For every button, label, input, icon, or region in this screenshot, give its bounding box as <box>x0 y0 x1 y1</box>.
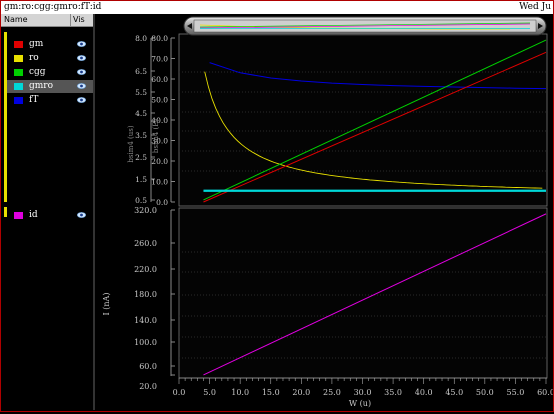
legend-item-label: id <box>29 210 38 220</box>
x-tick-label: 40.0 <box>415 388 433 397</box>
x-tick-label: 45.0 <box>445 388 463 397</box>
left-tick-label: 6.5 <box>135 67 147 76</box>
legend-item-fT[interactable]: fT <box>7 94 93 107</box>
name-column-header[interactable]: Name <box>4 15 28 24</box>
y-axis-label: I (nA) <box>102 293 111 316</box>
legend-item-gmro[interactable]: gmro <box>7 80 93 93</box>
y-tick-label: 260.0 <box>134 239 157 248</box>
color-swatch <box>14 69 23 76</box>
eye-icon[interactable] <box>77 83 86 89</box>
y-tick-label: 320.0 <box>134 206 157 215</box>
y-tick-label: 180.0 <box>134 290 157 299</box>
y-tick-label: 60.0 <box>139 362 157 371</box>
x-tick-label: 0.0 <box>173 388 186 397</box>
right-tick-label: 50.0 <box>151 96 168 105</box>
x-tick-label: 60.0 <box>537 388 553 397</box>
legend-panel: Name Vis gm ro cgg gmro fT id <box>1 14 93 410</box>
x-tick-label: 35.0 <box>384 388 402 397</box>
column-separator[interactable] <box>70 14 71 26</box>
title-bar: gm:ro:cgg:gmro:fT:id Wed Ju <box>1 1 553 14</box>
color-swatch <box>14 97 23 104</box>
left-tick-label: 8.0 <box>135 34 147 43</box>
window-title: gm:ro:cgg:gmro:fT:id <box>4 2 102 12</box>
eye-icon[interactable] <box>77 55 86 61</box>
y-tick-label: 20.0 <box>139 382 157 391</box>
x-tick-label: 55.0 <box>507 388 525 397</box>
x-tick-label: 30.0 <box>354 388 372 397</box>
color-swatch <box>14 55 23 62</box>
legend-item-ro[interactable]: ro <box>7 52 93 65</box>
legend-item-label: ro <box>29 53 39 63</box>
x-tick-label: 5.0 <box>203 388 216 397</box>
vis-column-header[interactable]: Vis <box>73 15 85 24</box>
bottom-plot-frame <box>178 207 548 379</box>
eye-icon[interactable] <box>77 97 86 103</box>
left-tick-label: 1.5 <box>135 175 147 184</box>
eye-icon[interactable] <box>77 212 86 218</box>
x-tick-label: 25.0 <box>323 388 341 397</box>
color-swatch <box>14 212 23 219</box>
right-tick-label: 10.0 <box>151 178 168 187</box>
plot-canvas[interactable]: 8.0 6.5 5.5 4.5 3.5 2.5 1.5 0.5 80.0 70.0 60.0 50.0… <box>95 14 554 410</box>
x-tick-label: 50.0 <box>476 388 494 397</box>
left-tick-label: 2.5 <box>135 153 147 162</box>
legend-item-label: cgg <box>29 67 46 77</box>
left-tick-label: 3.5 <box>135 131 147 140</box>
x-tick-label: 20.0 <box>292 388 310 397</box>
x-tick-label: 15.0 <box>262 388 280 397</box>
x-tick-label: 10.0 <box>231 388 249 397</box>
right-tick-label: 20.0 <box>151 157 168 166</box>
overview-scrollbar[interactable] <box>180 16 550 36</box>
right-tick-label: 70.0 <box>151 55 168 64</box>
legend-item-label: gm <box>29 39 44 49</box>
legend-item-label: fT <box>29 95 39 105</box>
window-date: Wed Ju <box>519 2 551 12</box>
left-tick-label: 5.5 <box>135 88 147 97</box>
y-tick-label: 100.0 <box>134 338 157 347</box>
plot-area[interactable]: 8.0 6.5 5.5 4.5 3.5 2.5 1.5 0.5 80.0 70.0 60.0 50.0… <box>95 14 554 410</box>
left-tick-label: 0.5 <box>135 196 147 205</box>
top-plot-frame <box>178 33 548 207</box>
y-tick-label: 220.0 <box>134 265 157 274</box>
legend-item-label: gmro <box>29 81 54 91</box>
y-tick-label: 140.0 <box>134 316 157 325</box>
left-tick-label: 4.5 <box>135 109 147 118</box>
left-axis-label: bsim4 (us) <box>127 125 135 162</box>
legend-item-id[interactable]: id <box>7 209 93 222</box>
legend-item-gm[interactable]: gm <box>7 38 93 51</box>
right-axis-label: bsim4 (E) <box>152 119 160 153</box>
legend-header: Name Vis <box>1 14 93 27</box>
eye-icon[interactable] <box>77 41 86 47</box>
right-tick-label: 60.0 <box>151 75 168 84</box>
color-swatch <box>14 83 23 90</box>
eye-icon[interactable] <box>77 69 86 75</box>
right-tick-label: 0.0 <box>156 198 168 207</box>
right-tick-label: 80.0 <box>151 34 168 43</box>
x-axis-label: W (u) <box>349 399 371 408</box>
legend-item-cgg[interactable]: cgg <box>7 66 93 79</box>
color-swatch <box>14 41 23 48</box>
